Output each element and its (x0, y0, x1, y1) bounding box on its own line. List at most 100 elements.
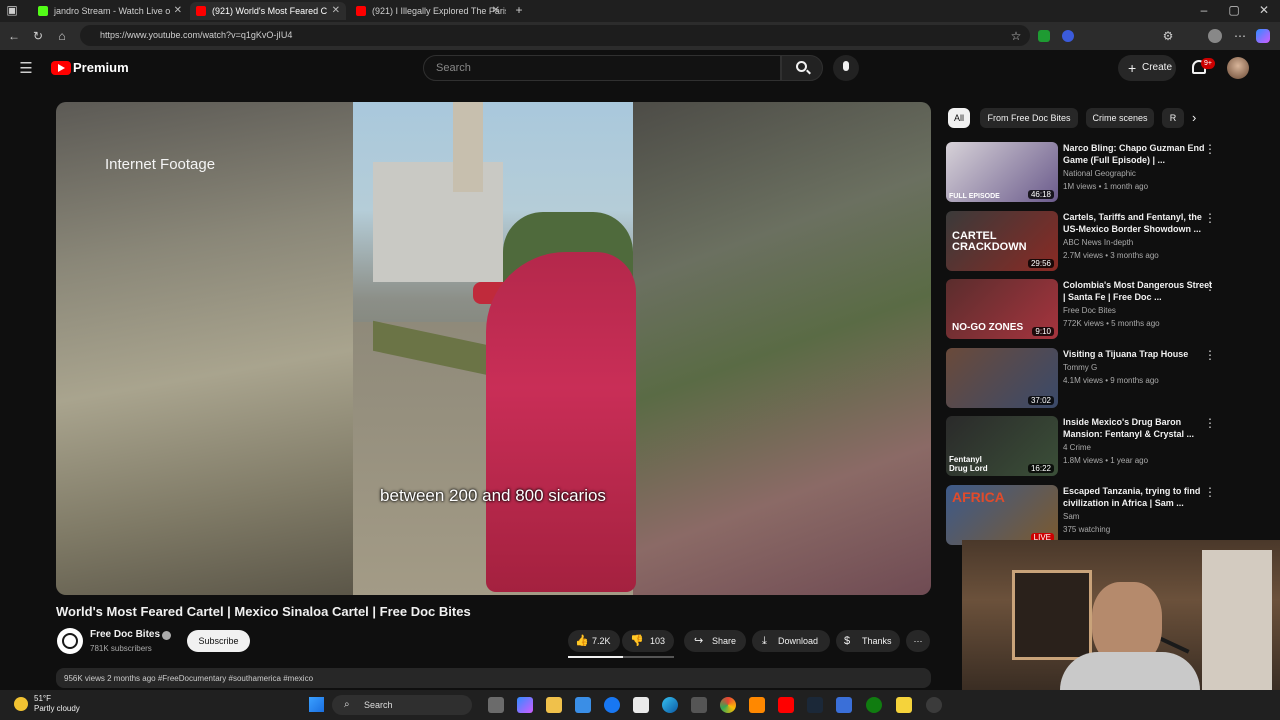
recommended-video[interactable]: CARTEL CRACKDOWN 29:56 Cartels, Tariffs … (946, 211, 1216, 271)
copilot-icon[interactable] (1256, 29, 1270, 43)
minimize-icon[interactable]: – (1196, 2, 1212, 18)
video-title[interactable]: Escaped Tanzania, trying to find civiliz… (1063, 485, 1213, 509)
task-view-icon[interactable] (488, 697, 504, 713)
more-options-icon[interactable]: ⋮ (1204, 279, 1216, 293)
search-input[interactable]: Search (423, 55, 781, 81)
search-button[interactable] (781, 55, 823, 81)
facebook-icon[interactable] (604, 697, 620, 713)
chip-crime-scenes[interactable]: Crime scenes (1086, 108, 1154, 128)
settings-icon[interactable]: ⚙ (1160, 28, 1176, 44)
more-options-icon[interactable]: ⋮ (1204, 485, 1216, 499)
extension-icon[interactable] (1062, 30, 1074, 42)
recommended-video[interactable]: AFRICA LIVE Escaped Tanzania, trying to … (946, 485, 1216, 545)
more-actions-button[interactable]: ⋯ (906, 630, 930, 652)
steam-icon[interactable] (807, 697, 823, 713)
vlc-icon[interactable] (749, 697, 765, 713)
more-options-icon[interactable]: ⋮ (1204, 211, 1216, 225)
xbox-icon[interactable] (866, 697, 882, 713)
recommended-video[interactable]: FULL EPISODE 46:18 Narco Bling: Chapo Gu… (946, 142, 1216, 202)
channel-name[interactable]: 4 Crime (1063, 443, 1091, 452)
profile-avatar-icon[interactable] (1208, 29, 1222, 43)
video-description-meta[interactable]: 956K views 2 months ago #FreeDocumentary… (56, 668, 931, 688)
favorite-star-icon[interactable]: ☆ (1008, 28, 1024, 44)
tab-close-icon[interactable]: ✕ (492, 5, 500, 16)
tab-paris[interactable]: (921) I Illegally Explored The Paris ✕ (350, 2, 506, 20)
voice-search-button[interactable] (833, 55, 859, 81)
youtube-app-icon[interactable] (778, 697, 794, 713)
video-title[interactable]: Narco Bling: Chapo Guzman End Game (Full… (1063, 142, 1213, 166)
home-icon[interactable]: ⌂ (54, 28, 70, 44)
recommended-video[interactable]: NO-GO ZONES 9:10 Colombia's Most Dangero… (946, 279, 1216, 339)
channel-name[interactable]: Tommy G (1063, 363, 1097, 372)
create-button[interactable]: + Create (1118, 55, 1176, 81)
video-title[interactable]: Colombia's Most Dangerous Street | Santa… (1063, 279, 1213, 303)
channel-name[interactable]: Free Doc Bites (90, 629, 160, 640)
video-title[interactable]: Visiting a Tijuana Trap House (1063, 348, 1213, 360)
more-options-icon[interactable]: ⋮ (1204, 142, 1216, 156)
video-title[interactable]: Inside Mexico's Drug Baron Mansion: Fent… (1063, 416, 1213, 440)
youtube-logo[interactable] (51, 61, 71, 75)
close-window-icon[interactable]: ✕ (1256, 2, 1272, 18)
channel-name[interactable]: Free Doc Bites (1063, 306, 1116, 315)
file-explorer-icon[interactable] (546, 697, 562, 713)
account-avatar[interactable] (1227, 57, 1249, 79)
maximize-icon[interactable]: ▢ (1226, 2, 1242, 18)
video-thumbnail[interactable]: CARTEL CRACKDOWN 29:56 (946, 211, 1058, 271)
reload-icon[interactable]: ↻ (30, 28, 46, 44)
red-car (486, 252, 636, 592)
more-menu-icon[interactable]: ⋯ (1232, 28, 1248, 44)
download-button[interactable]: ⤓ Download (752, 630, 830, 652)
chip-all[interactable]: All (948, 108, 970, 128)
chip-from-free-doc-bites[interactable]: From Free Doc Bites (980, 108, 1078, 128)
channel-name[interactable]: ABC News In-depth (1063, 238, 1133, 247)
video-thumbnail[interactable]: 37:02 (946, 348, 1058, 408)
subscribe-button[interactable]: Subscribe (187, 630, 250, 652)
tab-worlds-most-feared[interactable]: (921) World's Most Feared C ✕ (190, 2, 346, 20)
amazon-icon[interactable] (633, 697, 649, 713)
channel-name[interactable]: Sam (1063, 512, 1079, 521)
video-thumbnail[interactable]: FULL EPISODE 46:18 (946, 142, 1058, 202)
obs-icon[interactable] (926, 697, 942, 713)
cabinet (1202, 550, 1272, 690)
taskbar-search[interactable]: ⌕ Search (332, 695, 472, 715)
share-button[interactable]: ↪ Share (684, 630, 746, 652)
like-button[interactable]: 👍 7.2K (568, 630, 620, 652)
dislike-button[interactable]: 👎 103 (622, 630, 674, 652)
copilot-app-icon[interactable] (517, 697, 533, 713)
hamburger-menu-icon[interactable]: ☰ (18, 61, 34, 77)
app-icon[interactable] (836, 697, 852, 713)
chip-truncated[interactable]: R (1162, 108, 1184, 128)
more-options-icon[interactable]: ⋮ (1204, 348, 1216, 362)
store-icon[interactable] (575, 697, 591, 713)
weather-widget[interactable]: 51°F Partly cloudy (34, 694, 80, 714)
plus-icon: + (1128, 60, 1137, 76)
back-icon[interactable]: ← (6, 28, 22, 44)
tab-close-icon[interactable]: ✕ (332, 5, 340, 16)
chevron-right-icon[interactable]: › (1192, 110, 1196, 125)
video-thumbnail[interactable]: AFRICA LIVE (946, 485, 1058, 545)
video-thumbnail[interactable]: NO-GO ZONES 9:10 (946, 279, 1058, 339)
thumbs-up-icon: 👍 (575, 635, 589, 647)
edge-icon[interactable] (662, 697, 678, 713)
recommended-video[interactable]: 37:02 Visiting a Tijuana Trap House Tomm… (946, 348, 1216, 408)
calculator-icon[interactable] (691, 697, 707, 713)
windows-start-icon[interactable] (309, 697, 324, 712)
chrome-icon[interactable] (720, 697, 736, 713)
video-title[interactable]: Cartels, Tariffs and Fentanyl, the US-Me… (1063, 211, 1213, 235)
video-thumbnail[interactable]: Fentanyl Drug Lord 16:22 (946, 416, 1058, 476)
new-tab-icon[interactable]: + (511, 2, 527, 18)
window-menu-icon[interactable]: ▣ (4, 2, 20, 18)
extension-icon[interactable] (1038, 30, 1050, 42)
channel-avatar[interactable] (57, 628, 83, 654)
thanks-label: Thanks (862, 636, 892, 646)
video-player[interactable] (56, 102, 931, 595)
weather-icon[interactable] (14, 697, 28, 711)
tab-jandro-stream[interactable]: jandro Stream - Watch Live o ✕ (32, 2, 188, 20)
address-bar[interactable]: https://www.youtube.com/watch?v=q1gKvO-j… (80, 25, 1030, 46)
notes-icon[interactable] (896, 697, 912, 713)
thanks-button[interactable]: $ Thanks (836, 630, 900, 652)
tab-close-icon[interactable]: ✕ (174, 5, 182, 16)
channel-name[interactable]: National Geographic (1063, 169, 1136, 178)
recommended-video[interactable]: Fentanyl Drug Lord 16:22 Inside Mexico's… (946, 416, 1216, 476)
more-options-icon[interactable]: ⋮ (1204, 416, 1216, 430)
